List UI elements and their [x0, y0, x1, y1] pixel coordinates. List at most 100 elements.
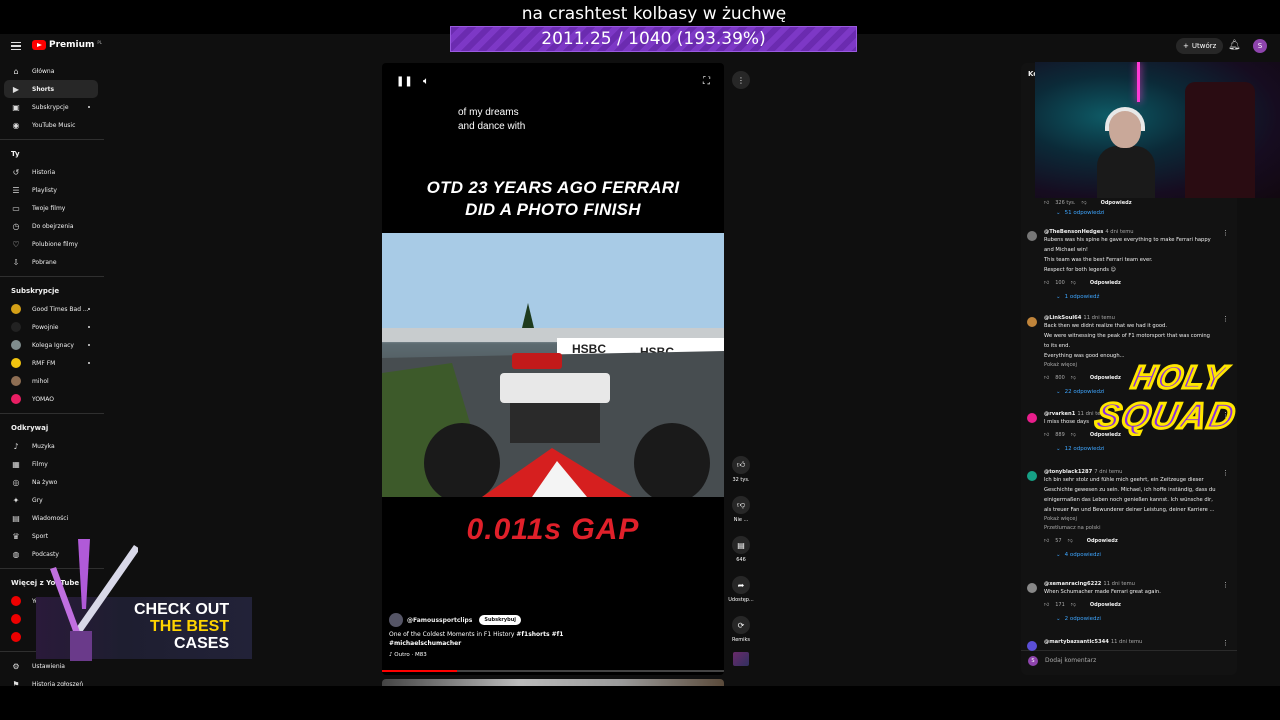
comment-avatar[interactable] — [1027, 413, 1037, 423]
comment-avatar[interactable] — [1027, 641, 1037, 651]
comment-avatar[interactable] — [1027, 317, 1037, 327]
music-line[interactable]: ♪ Outro · M83 — [389, 652, 427, 658]
show-more-link[interactable]: Pokaż więcej — [1044, 515, 1231, 524]
comment-username[interactable]: @martybazsantic5344 — [1044, 639, 1109, 645]
sidebar-subscription-4[interactable]: mihol — [0, 372, 104, 390]
comment-username[interactable]: @rvarken1 — [1044, 411, 1075, 417]
comment-avatar[interactable] — [1027, 471, 1037, 481]
comment-author[interactable]: @LinkSoul64 11 dni temu — [1044, 315, 1231, 321]
top-comment-like-icon[interactable]: 👍︎ — [1044, 200, 1049, 206]
comment-more-icon[interactable]: ⋮ — [1222, 581, 1229, 589]
comment-author[interactable]: @tonyblack1287 7 dni temu — [1044, 469, 1231, 475]
add-comment-bar[interactable]: S Dodaj komentarz — [1021, 650, 1237, 670]
comment-username[interactable]: @TheBensonHedges — [1044, 229, 1103, 235]
dislike-action[interactable]: 👎︎ Nie ... — [726, 496, 756, 523]
top-comment-dislike-icon[interactable]: 👎︎ — [1081, 200, 1086, 206]
comment-username[interactable]: @tonyblack1287 — [1044, 469, 1092, 475]
remix-action[interactable]: ⟳ Remiks — [726, 616, 756, 643]
sidebar-subscription-3[interactable]: RMF FM — [0, 354, 104, 372]
pause-icon[interactable]: ❚❚ — [396, 76, 413, 87]
sidebar-item-explore-2[interactable]: ◎ Na żywo — [0, 473, 104, 491]
view-replies-link[interactable]: ⌄ 4 odpowiedzi — [1056, 549, 1231, 561]
comment-dislike-icon[interactable]: 👎︎ — [1071, 602, 1076, 608]
progress-bar[interactable] — [382, 670, 724, 672]
sidebar-subscription-5[interactable]: YOMAO — [0, 390, 104, 408]
fullscreen-icon[interactable]: ⛶ — [703, 76, 710, 87]
comment-dislike-icon[interactable]: 👎︎ — [1068, 538, 1073, 544]
comment-avatar[interactable] — [1027, 583, 1037, 593]
comment-username[interactable]: @xemanracing6222 — [1044, 581, 1101, 587]
sidebar-subscription-0[interactable]: Good Times Bad ... — [0, 300, 104, 318]
account-avatar[interactable]: S — [1253, 39, 1267, 53]
new-content-dot — [88, 106, 90, 108]
sidebar-item-explore-1[interactable]: ▦ Filmy — [0, 455, 104, 473]
video-description[interactable]: One of the Coldest Moments in F1 History… — [389, 630, 569, 648]
comment-author[interactable]: @martybazsantic5344 11 dni temu — [1044, 639, 1231, 645]
comment-like-icon[interactable]: 👍︎ — [1044, 280, 1049, 286]
top-comment-replies-link[interactable]: ⌄ 51 odpowiedzi — [1056, 207, 1231, 219]
menu-icon[interactable] — [11, 42, 21, 50]
sidebar-item-main-3[interactable]: ◉ YouTube Music — [0, 116, 104, 134]
sound-thumbnail[interactable] — [726, 652, 756, 666]
comment-dislike-icon[interactable]: 👎︎ — [1071, 432, 1076, 438]
like-action[interactable]: 👍︎ 32 tys. — [726, 456, 756, 483]
comment-dislike-icon[interactable]: 👎︎ — [1071, 375, 1076, 381]
comment-like-icon[interactable]: 👍︎ — [1044, 602, 1049, 608]
volume-icon[interactable]: 🔈︎ — [423, 76, 429, 87]
comment-dislike-icon[interactable]: 👎︎ — [1071, 280, 1076, 286]
create-button[interactable]: + Utwórz — [1176, 38, 1224, 54]
comments-action[interactable]: ▤ 646 — [726, 536, 756, 563]
channel-name[interactable]: @Famoussportclips — [407, 617, 472, 624]
sidebar-item-you-2[interactable]: ▭ Twoje filmy — [0, 199, 104, 217]
more-options-icon[interactable]: ⋮ — [732, 71, 750, 89]
explore-heading[interactable]: Odkrywaj — [0, 419, 104, 437]
sidebar-item-explore-0[interactable]: ♪ Muzyka — [0, 437, 104, 455]
sidebar-item-explore-4[interactable]: ▤ Wiadomości — [0, 509, 104, 527]
sidebar-item-you-3[interactable]: ◷ Do obejrzenia — [0, 217, 104, 235]
channel-avatar[interactable] — [389, 613, 403, 627]
subscriptions-heading[interactable]: Subskrypcje — [0, 282, 104, 300]
you-section-heading[interactable]: Ty — [0, 145, 104, 163]
youtube-logo[interactable]: Premium PL — [32, 40, 102, 50]
comment-reply-button[interactable]: Odpowiedz — [1087, 538, 1118, 544]
comment-like-icon[interactable]: 👍︎ — [1044, 538, 1049, 544]
sidebar-item-you-4[interactable]: ♡ Polubione filmy — [0, 235, 104, 253]
share-icon[interactable]: ➦ — [732, 576, 750, 594]
comment-reply-button[interactable]: Odpowiedz — [1090, 280, 1121, 286]
live-icon: ◎ — [12, 477, 20, 487]
sidebar-item-explore-3[interactable]: ✦ Gry — [0, 491, 104, 509]
sidebar-item-main-1[interactable]: ▶ Shorts — [4, 80, 98, 98]
comment-author[interactable]: @TheBensonHedges 4 dni temu — [1044, 229, 1231, 235]
view-replies-link[interactable]: ⌄ 1 odpowiedź — [1056, 291, 1231, 303]
subscribe-button[interactable]: Subskrybuj — [479, 615, 521, 625]
sidebar-subscription-2[interactable]: Kolega Ignacy — [0, 336, 104, 354]
sidebar-subscription-1[interactable]: Powojnie — [0, 318, 104, 336]
sidebar-item-you-5[interactable]: ⇩ Pobrane — [0, 253, 104, 271]
add-comment-input[interactable]: Dodaj komentarz — [1045, 657, 1096, 664]
view-replies-link[interactable]: ⌄ 2 odpowiedzi — [1056, 613, 1231, 625]
comment-more-icon[interactable]: ⋮ — [1222, 639, 1229, 647]
sidebar-item-you-1[interactable]: ☰ Playlisty — [0, 181, 104, 199]
remix-icon[interactable]: ⟳ — [732, 616, 750, 634]
thumbs-down-icon[interactable]: 👎︎ — [732, 496, 750, 514]
shorts-player[interactable]: ❚❚ 🔈︎ ⛶ of my dreams and dance with OTD … — [382, 63, 724, 675]
sidebar-item-main-2[interactable]: ▣ Subskrypcje — [0, 98, 104, 116]
comment-username[interactable]: @LinkSoul64 — [1044, 315, 1081, 321]
comment-more-icon[interactable]: ⋮ — [1222, 229, 1229, 237]
comment-like-icon[interactable]: 👍︎ — [1044, 375, 1049, 381]
thumbs-up-icon[interactable]: 👍︎ — [732, 456, 750, 474]
sidebar-item-you-0[interactable]: ↺ Historia — [0, 163, 104, 181]
comment-author[interactable]: @xemanracing6222 11 dni temu — [1044, 581, 1231, 587]
share-action[interactable]: ➦ Udostęp... — [726, 576, 756, 603]
comment-more-icon[interactable]: ⋮ — [1222, 315, 1229, 323]
comment-like-icon[interactable]: 👍︎ — [1044, 432, 1049, 438]
notifications-bell-icon[interactable]: 🔔︎ — [1228, 40, 1241, 51]
comment-more-icon[interactable]: ⋮ — [1222, 469, 1229, 477]
sidebar-item-main-0[interactable]: ⌂ Główna — [0, 62, 104, 80]
top-comment-reply-button[interactable]: Odpowiedz — [1101, 200, 1132, 206]
translate-link[interactable]: Przetłumacz na polski — [1044, 524, 1231, 533]
comment-reply-button[interactable]: Odpowiedz — [1090, 602, 1121, 608]
comment-avatar[interactable] — [1027, 231, 1037, 241]
view-replies-link[interactable]: ⌄ 12 odpowiedzi — [1056, 443, 1231, 455]
comment-icon[interactable]: ▤ — [732, 536, 750, 554]
